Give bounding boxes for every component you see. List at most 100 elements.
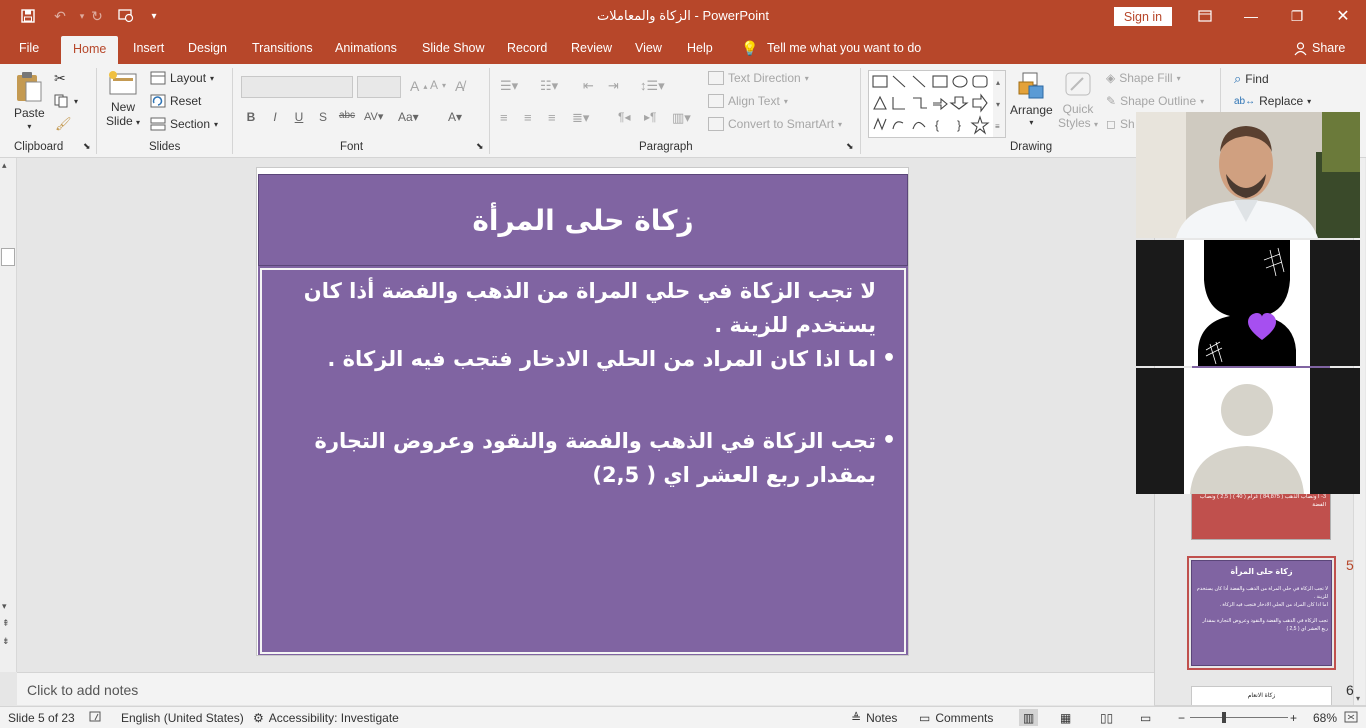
fit-slide-icon[interactable] — [1344, 711, 1358, 723]
character-spacing-icon[interactable]: AV▾ — [364, 110, 383, 123]
tab-insert[interactable]: Insert — [133, 33, 164, 64]
share-button[interactable]: Share — [1294, 33, 1345, 64]
font-dialog-launcher-icon[interactable]: ⬊ — [476, 141, 484, 152]
arrange-button[interactable]: Arrange ▾ — [1010, 70, 1053, 127]
shapes-gallery[interactable]: {} ▴ ▾ ≡ — [868, 70, 1006, 138]
shape-fill-button[interactable]: ◈ Shape Fill ▾ — [1106, 71, 1181, 85]
start-slideshow-icon[interactable] — [116, 7, 136, 25]
spelling-icon[interactable] — [89, 711, 103, 723]
minimize-icon[interactable]: — — [1228, 0, 1274, 32]
dialog-launcher-icon[interactable]: ⬊ — [83, 141, 91, 152]
underline-icon[interactable]: U — [290, 110, 308, 124]
normal-view-icon[interactable]: ▥ — [1019, 709, 1039, 726]
scroll-thumb[interactable] — [1, 248, 15, 266]
section-button[interactable]: Section ▾ — [150, 117, 218, 131]
change-case-icon[interactable]: Aa▾ — [398, 110, 419, 124]
replace-button[interactable]: ab↔ Replace ▾ — [1234, 94, 1311, 108]
thumbnail-slide-5[interactable]: زكاة حلى المرأة لا تجب الزكاة في حلي الم… — [1191, 560, 1332, 666]
tab-slide-show[interactable]: Slide Show — [422, 33, 485, 64]
tab-help[interactable]: Help — [687, 33, 713, 64]
slideshow-view-icon[interactable]: ▭ — [1140, 711, 1151, 725]
scroll-down-icon[interactable]: ▾ — [2, 601, 7, 612]
replace-icon: ab↔ — [1234, 95, 1256, 107]
redo-icon[interactable]: ↻ — [87, 7, 107, 25]
columns-icon[interactable]: ▥▾ — [672, 110, 691, 126]
scroll-up-icon[interactable]: ▴ — [2, 160, 7, 171]
decrease-indent-icon[interactable]: ⇤ — [583, 78, 594, 94]
quick-styles-button[interactable]: Quick Styles ▾ — [1058, 70, 1098, 130]
accessibility-button[interactable]: ⚙ Accessibility: Investigate — [253, 711, 399, 725]
save-icon[interactable] — [18, 7, 38, 25]
copy-icon[interactable]: ▾ — [54, 94, 78, 108]
align-text-button[interactable]: Align Text ▾ — [708, 94, 788, 108]
clear-formatting-icon[interactable]: A̸ — [455, 78, 464, 94]
numbering-icon[interactable]: ☷▾ — [540, 78, 558, 94]
restore-icon[interactable]: ❐ — [1274, 0, 1320, 32]
shape-outline-button[interactable]: ✎ Shape Outline ▾ — [1106, 94, 1204, 108]
italic-icon[interactable]: I — [266, 110, 284, 124]
tab-transitions[interactable]: Transitions — [252, 33, 313, 64]
convert-smartart-button[interactable]: Convert to SmartArt ▾ — [708, 117, 842, 131]
comments-button[interactable]: ▭ Comments — [919, 711, 993, 725]
line-spacing-icon[interactable]: ↕☰▾ — [640, 78, 665, 94]
zoom-in-icon[interactable]: + — [1290, 711, 1297, 725]
font-color-icon[interactable]: A▾ — [446, 110, 464, 124]
tab-record[interactable]: Record — [507, 33, 547, 64]
increase-indent-icon[interactable]: ⇥ — [608, 78, 619, 94]
notes-pane[interactable]: Click to add notes — [17, 672, 1154, 705]
language-indicator[interactable]: English (United States) — [121, 711, 244, 725]
shadow-icon[interactable]: S — [314, 110, 332, 124]
tell-me-search[interactable]: Tell me what you want to do — [767, 33, 921, 64]
font-name-box[interactable] — [241, 76, 353, 98]
zoom-level[interactable]: 68% — [1313, 711, 1337, 725]
reset-button[interactable]: Reset — [150, 94, 201, 108]
rtl-icon[interactable]: ¶◂ — [618, 110, 630, 124]
format-painter-icon[interactable]: 🖌 — [55, 116, 72, 132]
align-left-icon[interactable]: ≡ — [500, 110, 508, 125]
zoom-slider[interactable] — [1190, 712, 1288, 723]
customize-quick-access-icon[interactable]: ▾ — [144, 7, 164, 25]
justify-icon[interactable]: ≣▾ — [572, 110, 589, 126]
slide-scroll-bar[interactable]: ▴ ▾ ⇞ ⇟ — [0, 158, 17, 672]
ribbon-display-options-icon[interactable] — [1182, 0, 1228, 32]
paragraph-dialog-launcher-icon[interactable]: ⬊ — [846, 141, 854, 152]
tab-animations[interactable]: Animations — [335, 33, 397, 64]
ltr-icon[interactable]: ▸¶ — [644, 110, 656, 124]
new-slide-button[interactable]: New Slide ▾ — [106, 70, 140, 128]
layout-button[interactable]: Layout ▾ — [150, 71, 214, 85]
increase-font-icon[interactable]: A ▴ — [410, 78, 427, 94]
tab-review[interactable]: Review — [571, 33, 612, 64]
next-slide-icon[interactable]: ⇟ — [2, 636, 10, 647]
previous-slide-icon[interactable]: ⇞ — [2, 618, 10, 629]
reading-view-icon[interactable]: ▯▯ — [1100, 711, 1113, 725]
slide-title-placeholder[interactable]: زكاة حلى المرأة — [258, 174, 908, 266]
notes-button[interactable]: ≜ Notes — [851, 711, 897, 725]
zoom-slider-thumb[interactable] — [1221, 712, 1226, 723]
tab-view[interactable]: View — [635, 33, 662, 64]
strikethrough-icon[interactable]: abc — [338, 110, 356, 121]
shape-effects-button[interactable]: ◻ Sh — [1106, 117, 1135, 131]
zoom-out-icon[interactable]: − — [1178, 711, 1185, 725]
undo-icon[interactable]: ↶ — [50, 7, 70, 25]
decrease-font-icon[interactable]: A ▾ — [430, 78, 446, 92]
font-size-box[interactable] — [357, 76, 401, 98]
paste-button[interactable]: Paste ▾ — [14, 70, 45, 131]
tab-design[interactable]: Design — [188, 33, 227, 64]
slide-sorter-icon[interactable]: ▦ — [1060, 711, 1071, 725]
bold-icon[interactable]: B — [242, 110, 260, 124]
sign-in-button[interactable]: Sign in — [1114, 7, 1172, 26]
scroll-down-icon[interactable]: ▾ — [1356, 694, 1360, 703]
font-group-label: Font — [340, 141, 364, 153]
close-icon[interactable]: ✕ — [1320, 0, 1366, 32]
align-center-icon[interactable]: ≡ — [524, 110, 532, 125]
bullets-icon[interactable]: ☰▾ — [500, 78, 518, 94]
tab-home[interactable]: Home — [61, 36, 119, 64]
find-button[interactable]: ⌕ Find — [1234, 71, 1269, 87]
notes-placeholder[interactable]: Click to add notes — [27, 682, 138, 698]
text-direction-button[interactable]: Text Direction ▾ — [708, 71, 809, 85]
slide-content-placeholder[interactable]: لا تجب الزكاة في حلي المراة من الذهب وال… — [260, 268, 906, 654]
tab-file[interactable]: File — [19, 33, 39, 64]
cut-icon[interactable]: ✂ — [54, 70, 66, 87]
thumbnail-slide-6[interactable]: زكاة الانعام — [1191, 686, 1332, 706]
align-right-icon[interactable]: ≡ — [548, 110, 556, 125]
